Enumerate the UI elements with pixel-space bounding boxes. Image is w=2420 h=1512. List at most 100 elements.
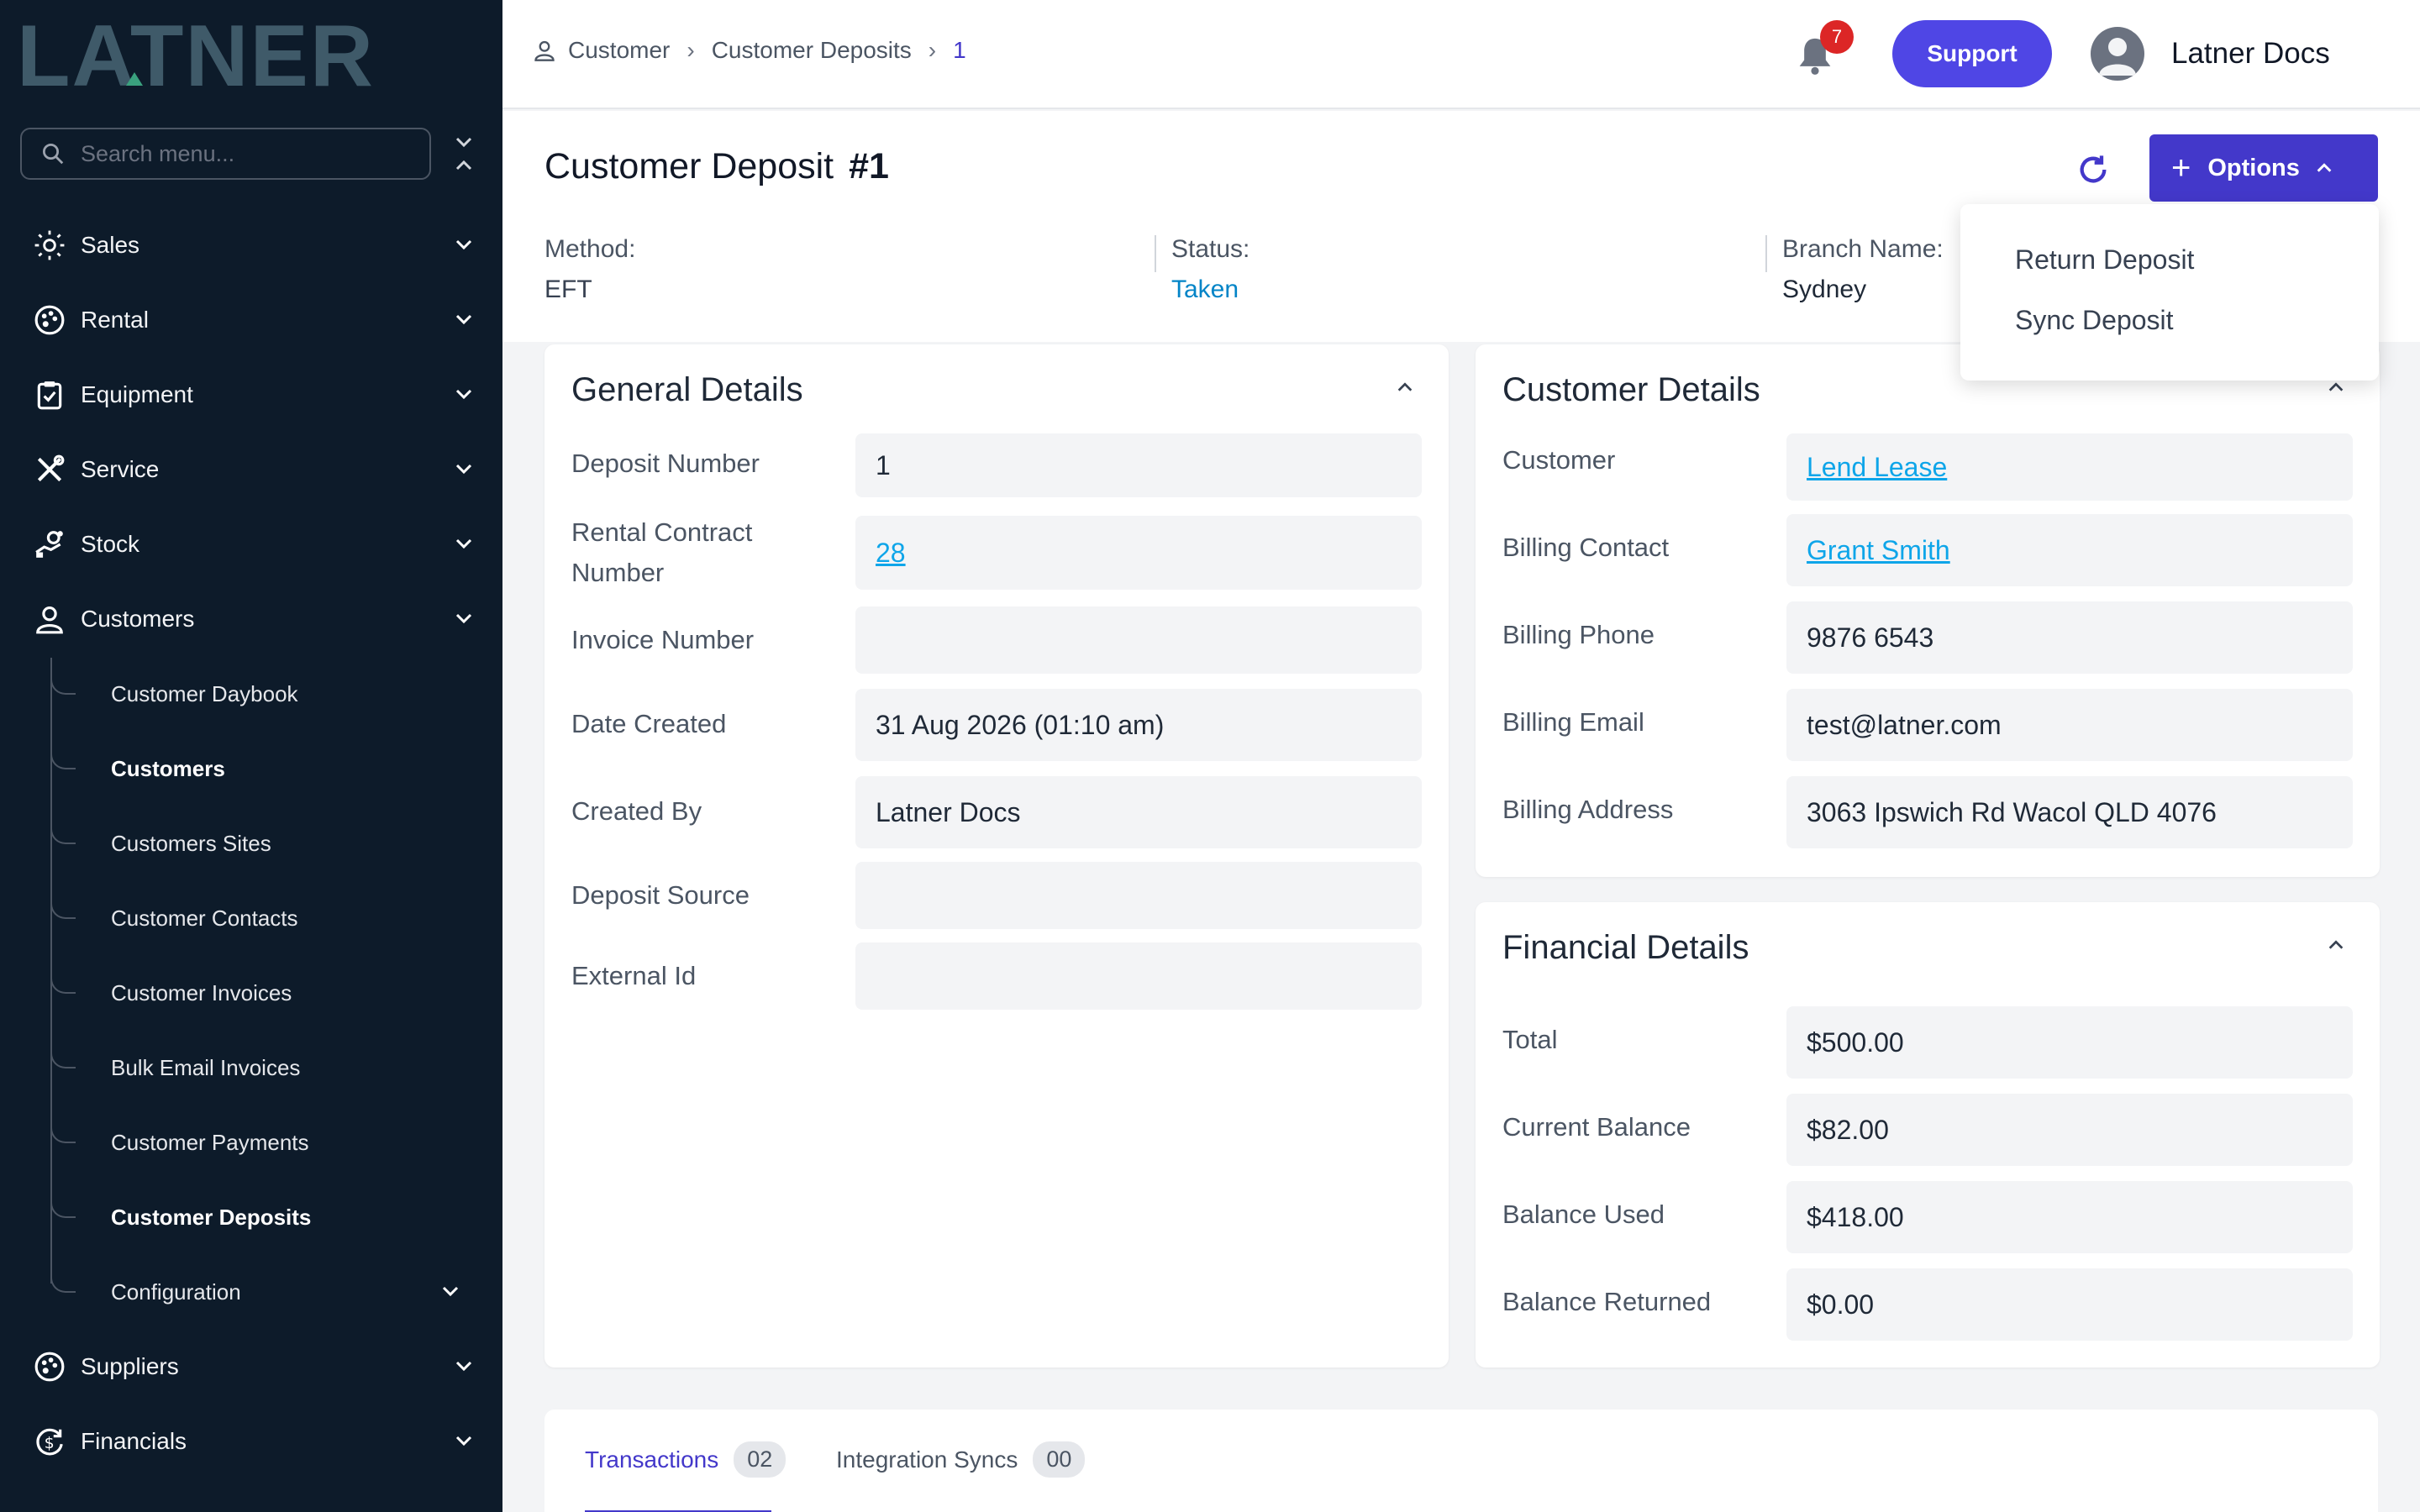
meta-value: EFT [544,276,592,303]
card-title: General Details [571,371,803,408]
sidebar-item-service[interactable]: Service [0,436,502,503]
chevron-up-icon [2317,163,2332,172]
sidebar-item-suppliers[interactable]: Suppliers [0,1333,502,1400]
collapse-menu-icon[interactable] [450,134,477,173]
sidebar-subitem-customer-invoices[interactable]: Customer Invoices [0,959,502,1026]
sidebar-item-equipment[interactable]: Equipment [0,361,502,428]
sidebar-item-rental[interactable]: Rental [0,286,502,354]
meta-label: Status: [1171,235,1250,263]
options-button[interactable]: + Options [2149,134,2378,202]
tabs-panel: Transactions 02 Integration Syncs 00 [544,1410,2378,1512]
billing-contact-link[interactable]: Grant Smith [1786,514,2353,586]
sidebar-subitem-customer-payments[interactable]: Customer Payments [0,1109,502,1176]
deposit-source-value [855,862,1422,929]
sidebar-item-customers[interactable]: Customers [0,585,502,653]
sidebar-item-sales[interactable]: Sales [0,212,502,279]
sidebar-subitem-customers[interactable]: Customers [0,735,502,802]
billing-phone-value: 9876 6543 [1786,601,2353,674]
customer-details-card: Customer Details Customer Lend Lease Bil… [1476,344,2380,877]
sidebar-item-financials[interactable]: $ Financials [0,1408,502,1475]
field-label: Total [1502,1025,1558,1054]
field-label: External Id [571,961,697,990]
sidebar-subitem-customers-sites[interactable]: Customers Sites [0,810,502,877]
chevron-up-icon[interactable] [2324,936,2348,954]
sidebar-subitem-label: Customers Sites [111,830,271,856]
billing-address-value: 3063 Ipswich Rd Wacol QLD 4076 [1786,776,2353,848]
sidebar-subitem-customer-daybook[interactable]: Customer Daybook [0,660,502,727]
chevron-right-icon: › [687,37,695,63]
breadcrumb-customer[interactable]: Customer [568,37,670,64]
meta-status: Status: Taken [1171,235,1249,304]
meta-label: Branch Name: [1782,235,1944,263]
search-menu-input[interactable]: Search menu... [20,128,431,180]
sidebar-subitem-customer-deposits[interactable]: Customer Deposits [0,1184,502,1251]
menu-item-return-deposit[interactable]: Return Deposit [2015,244,2194,276]
refresh-icon[interactable] [2076,153,2110,186]
chevron-up-icon[interactable] [1393,378,1417,396]
top-header: Customer › Customer Deposits › 1 7 Suppo… [502,0,2420,109]
sidebar-subitem-label: Customer Invoices [111,979,292,1005]
divider [1155,235,1156,272]
field-label: Billing Contact [1502,533,1670,562]
sidebar-item-label: Equipment [81,381,193,407]
avatar[interactable] [2091,27,2144,81]
sidebar-subitem-label: Configuration [111,1278,241,1305]
field-label: Billing Email [1502,707,1644,737]
sun-icon [32,228,67,263]
card-title: Customer Details [1502,371,1760,408]
field-label: Current Balance [1502,1112,1691,1142]
user-avatar-icon [2099,38,2136,76]
sidebar: LATNER Search menu... Sales Rental Equip… [0,0,502,1512]
sidebar-subitem-customer-contacts[interactable]: Customer Contacts [0,885,502,952]
field-label: Customer [1502,445,1616,475]
options-label: Options [2207,154,2300,181]
deposit-number-value: 1 [855,433,1422,497]
page-title-text: Customer Deposit [544,146,834,186]
chevron-right-icon: › [928,37,937,63]
current-balance-value: $82.00 [1786,1094,2353,1166]
support-button[interactable]: Support [1892,20,2052,87]
tab-count-badge: 00 [1033,1441,1086,1478]
chevron-down-icon [455,389,472,400]
dollar-cycle-icon: $ [32,1424,67,1459]
chevron-down-icon [455,464,472,475]
meta-branch: Branch Name: Sydney [1782,235,1944,304]
sidebar-subitem-label: Customer Deposits [111,1204,312,1230]
plus-icon: + [2171,150,2191,186]
field-label: Billing Phone [1502,620,1655,649]
sidebar-subitem-configuration[interactable]: Configuration [0,1258,502,1326]
sidebar-item-stock[interactable]: Stock [0,511,502,578]
sidebar-item-label: Sales [81,232,140,258]
sidebar-item-label: Rental [81,307,149,333]
chevron-down-icon [455,613,472,624]
chevron-up-icon[interactable] [2324,378,2348,396]
svg-text:$: $ [45,1434,55,1452]
sidebar-item-label: Customers [81,606,195,632]
date-created-value: 31 Aug 2026 (01:10 am) [855,689,1422,761]
billing-email-value: test@latner.com [1786,689,2353,761]
customer-link[interactable]: Lend Lease [1786,433,2353,501]
rental-contract-link[interactable]: 28 [855,516,1422,590]
menu-item-sync-deposit[interactable]: Sync Deposit [2015,305,2174,336]
user-icon [534,40,555,61]
field-label: Deposit Source [571,880,750,910]
field-label: Deposit Number [571,449,760,478]
sidebar-subitem-label: Customers [111,755,225,781]
clipboard-icon [32,377,67,412]
balance-returned-value: $0.00 [1786,1268,2353,1341]
financial-details-card: Financial Details Total $500.00 Current … [1476,902,2380,1368]
user-icon [32,601,67,637]
hand-coins-icon [32,527,67,562]
palette-icon [32,302,67,338]
tab-integration-syncs[interactable]: Integration Syncs 00 [836,1441,1086,1478]
latner-logo[interactable]: LATNER [17,17,471,92]
tab-label: Transactions [585,1446,719,1473]
options-dropdown: Return Deposit Sync Deposit [1960,204,2379,381]
sidebar-subitem-bulk-email-invoices[interactable]: Bulk Email Invoices [0,1034,502,1101]
user-name[interactable]: Latner Docs [2171,37,2330,71]
breadcrumb-customer-deposits[interactable]: Customer Deposits [712,37,912,64]
field-label: Date Created [571,709,727,738]
sidebar-subitem-label: Bulk Email Invoices [111,1054,301,1080]
sidebar-subitem-label: Customer Daybook [111,680,298,706]
tab-transactions[interactable]: Transactions 02 [585,1441,786,1478]
